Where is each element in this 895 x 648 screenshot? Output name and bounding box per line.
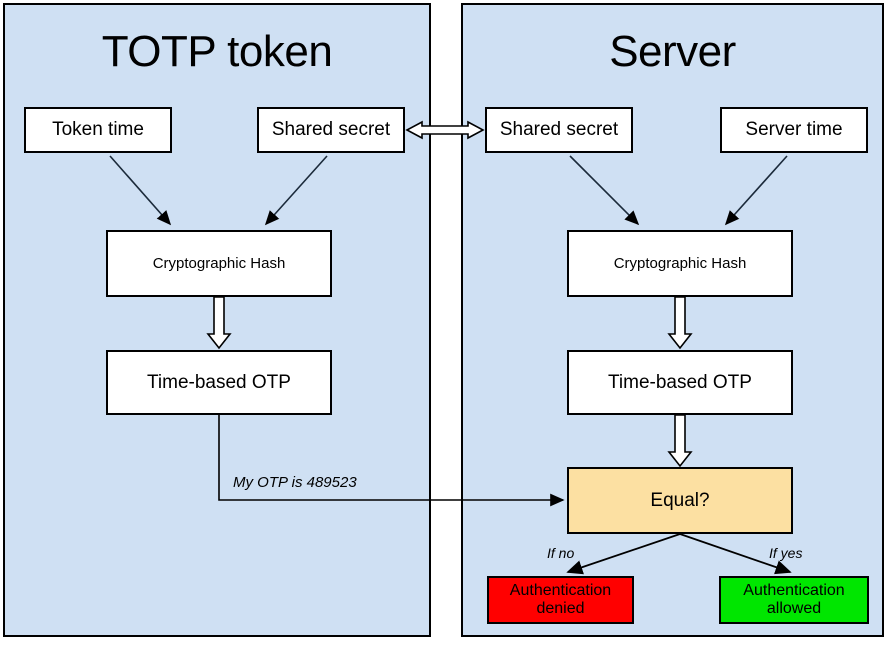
- panel-title-totp-token: TOTP token: [101, 27, 333, 76]
- edge-label-otp-message: My OTP is 489523: [233, 474, 357, 491]
- node-authentication-allowed[interactable]: Authentication allowed: [719, 576, 869, 624]
- node-server-cryptographic-hash[interactable]: Cryptographic Hash: [567, 230, 793, 297]
- node-server-time[interactable]: Server time: [720, 107, 868, 153]
- node-server-time-based-otp[interactable]: Time-based OTP: [567, 350, 793, 415]
- node-token-shared-secret[interactable]: Shared secret: [257, 107, 405, 153]
- node-token-time[interactable]: Token time: [24, 107, 172, 153]
- edge-label-if-no: If no: [547, 545, 575, 561]
- node-authentication-denied[interactable]: Authentication denied: [487, 576, 634, 624]
- node-equal-decision[interactable]: Equal?: [567, 467, 793, 534]
- edge-label-if-yes: If yes: [769, 545, 803, 561]
- node-token-time-based-otp[interactable]: Time-based OTP: [106, 350, 332, 415]
- node-token-cryptographic-hash[interactable]: Cryptographic Hash: [106, 230, 332, 297]
- panel-totp-token: [3, 3, 431, 637]
- node-server-shared-secret[interactable]: Shared secret: [485, 107, 633, 153]
- diagram-canvas: TOTP token Server Token time Shared secr…: [0, 0, 895, 648]
- panel-server: [461, 3, 884, 637]
- panel-title-server: Server: [609, 27, 736, 76]
